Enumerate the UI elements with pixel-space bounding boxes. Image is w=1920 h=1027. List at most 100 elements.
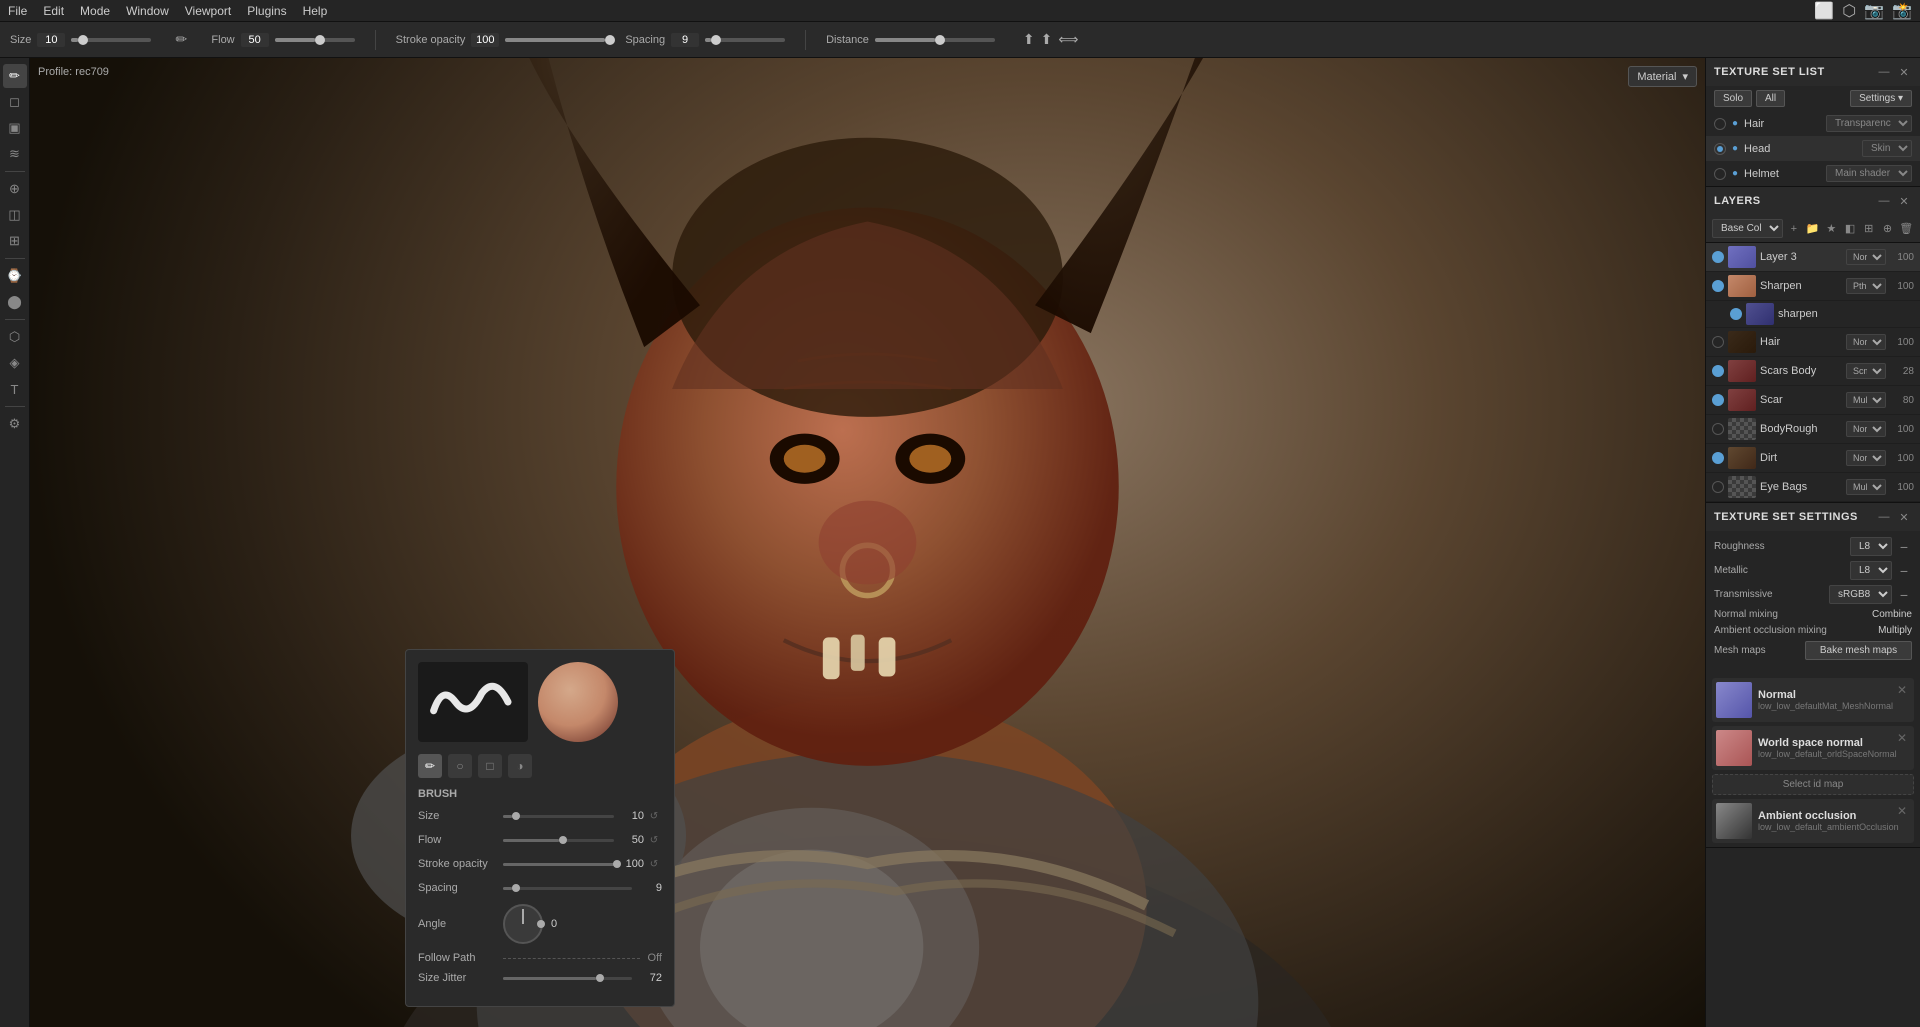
ts-item-head[interactable]: ● Head Skin [1706,136,1920,161]
layer-item-sharpen[interactable]: Sharpen Pthr 100 [1706,272,1920,301]
stroke-opacity-value[interactable]: 100 [471,33,499,47]
spacing-slider[interactable] [705,38,785,42]
tool-eyedropper[interactable]: ⌚ [3,264,27,288]
ts-channel-metallic-format[interactable]: L8 [1850,561,1892,580]
ts-channel-roughness-format[interactable]: L8 [1850,537,1892,556]
flow-value[interactable]: 50 [241,33,269,47]
layer-vis-bodyrough[interactable] [1712,423,1724,435]
tool-transform[interactable]: ⊞ [3,229,27,253]
layer-item-scar[interactable]: Scar Mul 80 [1706,386,1920,415]
toolbar-icon-3d[interactable]: ⬡ [1842,1,1856,21]
layers-minimize[interactable]: — [1876,193,1892,209]
ts-channel-metallic-remove[interactable]: − [1896,563,1912,579]
layers-close[interactable]: ✕ [1896,193,1912,209]
ts-type-helmet[interactable]: Main shader [1826,165,1912,182]
select-id-map-btn[interactable]: Select id map [1712,774,1914,795]
layer-tool-add[interactable]: + [1786,220,1802,238]
layer-blend-sharpen[interactable]: Pthr [1846,278,1886,294]
size-value[interactable]: 10 [37,33,65,47]
layer-vis-dirt[interactable] [1712,452,1724,464]
layer-item-hair[interactable]: Hair Norm 100 [1706,328,1920,357]
layer-tool-mask[interactable]: ◧ [1842,220,1858,238]
tool-color[interactable]: ⬤ [3,290,27,314]
distance-slider[interactable] [875,38,995,42]
layer-vis-layer3[interactable] [1712,251,1724,263]
layer-blend-mode-select[interactable]: Base Col [1712,219,1783,238]
brush-tab-square[interactable]: □ [478,754,502,778]
tool-brush[interactable]: ✏ [3,64,27,88]
layer-sub-item-sharpen[interactable]: sharpen [1706,301,1920,328]
toolbar-icon-screenshot[interactable]: 📸 [1892,1,1912,21]
layer-vis-sharpen-sub[interactable] [1730,308,1742,320]
layer-item-layer3[interactable]: Layer 3 Norm 100 [1706,243,1920,272]
layer-vis-scar[interactable] [1712,394,1724,406]
symmetry-icon[interactable]: ⟺ [1058,31,1078,48]
ts-channel-roughness-remove[interactable]: − [1896,539,1912,555]
layer-blend-dirt[interactable]: Norm [1846,450,1886,466]
brush-flow-reset-icon[interactable]: ↺ [646,832,662,848]
brush-size-jitter-slider[interactable] [503,970,632,986]
layer-tool-folder[interactable]: 📁 [1805,220,1821,238]
ts-item-helmet[interactable]: ● Helmet Main shader [1706,161,1920,186]
ts-type-hair[interactable]: Transparenc [1826,115,1912,132]
ts-channel-transmissive-remove[interactable]: − [1896,587,1912,603]
ts-list-close[interactable]: ✕ [1896,64,1912,80]
layer-vis-sharpen[interactable] [1712,280,1724,292]
menu-mode[interactable]: Mode [80,4,110,18]
menu-window[interactable]: Window [126,4,169,18]
tool-smudge[interactable]: ≋ [3,142,27,166]
menu-viewport[interactable]: Viewport [185,4,231,18]
ts-type-head[interactable]: Skin [1862,140,1912,157]
menu-edit[interactable]: Edit [43,4,64,18]
ts-settings-minimize[interactable]: — [1876,509,1892,525]
ts-settings-btn[interactable]: Settings ▾ [1850,90,1912,107]
menu-file[interactable]: File [8,4,27,18]
brush-stroke-opacity-slider[interactable] [503,856,614,872]
brush-tab-circle[interactable]: ○ [448,754,472,778]
stroke-opacity-slider[interactable] [505,38,605,42]
flow-slider[interactable] [275,38,355,42]
layer-item-scars-body[interactable]: Scars Body Scm 28 [1706,357,1920,386]
brush-size-reset-icon[interactable]: ↺ [646,808,662,824]
ts-list-minimize[interactable]: — [1876,64,1892,80]
ts-channel-transmissive-format[interactable]: sRGB8 [1829,585,1892,604]
layer-blend-bodyrough[interactable]: Norm [1846,421,1886,437]
brush-flow-slider[interactable] [503,832,614,848]
bake-mesh-maps-btn[interactable]: Bake mesh maps [1805,641,1912,660]
layer-tool-instance[interactable]: ⊞ [1861,220,1877,238]
ts-solo-btn[interactable]: Solo [1714,90,1752,107]
transform-icon[interactable]: ⬆ [1023,31,1035,48]
brush-preset-icon[interactable]: ✏ [171,30,191,50]
tool-clone[interactable]: ⊕ [3,177,27,201]
transform-icon-2[interactable]: ⬆ [1041,31,1053,48]
layer-item-bodyrough[interactable]: BodyRough Norm 100 [1706,415,1920,444]
size-slider[interactable] [71,38,151,42]
brush-size-slider[interactable] [503,808,614,824]
layer-vis-hair[interactable] [1712,336,1724,348]
ts-all-btn[interactable]: All [1756,90,1785,107]
layer-blend-eyebags[interactable]: Mul [1846,479,1886,495]
tool-text[interactable]: T [3,377,27,401]
layer-vis-eyebags[interactable] [1712,481,1724,493]
viewport[interactable]: Profile: rec709 Material ▾ ✏ ○ □ ◑ B [30,58,1705,1027]
layer-blend-layer3[interactable]: Norm [1846,249,1886,265]
brush-angle-wheel[interactable] [503,904,543,944]
layer-tool-effects[interactable]: ★ [1823,220,1839,238]
viewport-display-mode[interactable]: Material ▾ [1628,66,1697,87]
brush-stroke-opacity-reset-icon[interactable]: ↺ [646,856,662,872]
layer-vis-scars-body[interactable] [1712,365,1724,377]
layer-item-eyebags[interactable]: Eye Bags Mul 100 [1706,473,1920,502]
brush-spacing-slider[interactable] [503,880,632,896]
ts-settings-close[interactable]: ✕ [1896,509,1912,525]
layer-blend-hair[interactable]: Norm [1846,334,1886,350]
toolbar-icon-camera[interactable]: 📷 [1864,1,1884,21]
baked-map-ao-close[interactable]: ✕ [1894,803,1910,819]
layer-blend-scars-body[interactable]: Scm [1846,363,1886,379]
baked-map-normal-close[interactable]: ✕ [1894,682,1910,698]
toolbar-icon-export[interactable]: ⬜ [1814,1,1834,21]
brush-tab-paint[interactable]: ✏ [418,754,442,778]
layer-blend-scar[interactable]: Mul [1846,392,1886,408]
menu-help[interactable]: Help [303,4,328,18]
layer-tool-delete[interactable]: 🗑 [1898,220,1914,238]
baked-map-wsn-close[interactable]: ✕ [1894,730,1910,746]
